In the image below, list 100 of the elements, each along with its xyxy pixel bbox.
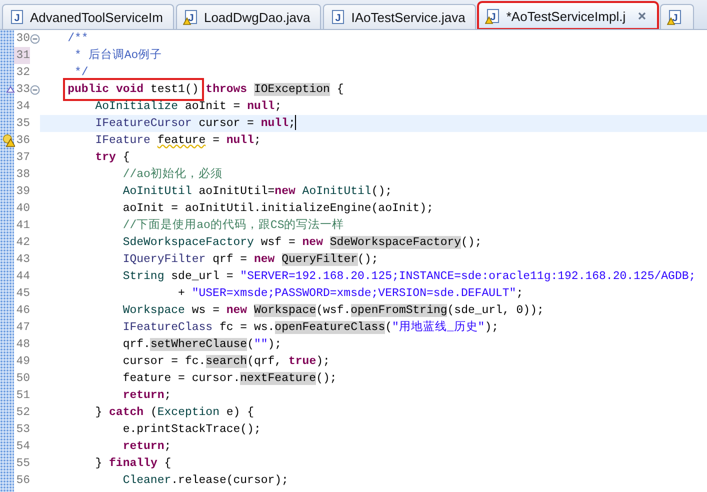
highlighted-occurrence: setWhereClause (150, 338, 248, 351)
line-number: 52 (15, 405, 30, 421)
code-text: ( (385, 321, 392, 334)
line-number: 44 (15, 269, 30, 285)
code-text: (wsf. (316, 304, 351, 317)
line-number: 37 (15, 150, 30, 166)
interface-name: IFeatureClass (122, 321, 213, 334)
code-comment: //ao初始化，必须 (122, 168, 222, 181)
code-text: } (95, 406, 104, 419)
code-text: ; (274, 100, 282, 113)
editor-tab[interactable]: J *AoTestServiceImpl.j (478, 2, 658, 29)
highlighted-occurrence: IOException (254, 83, 330, 96)
interface-name: IQueryFilter (122, 253, 206, 266)
editor-tab[interactable]: J (660, 4, 694, 29)
keyword: public (68, 83, 110, 96)
keyword: try (95, 151, 116, 164)
warning-bulb-icon[interactable] (2, 134, 15, 147)
code-text: ; (164, 389, 172, 402)
line-number: 38 (15, 167, 30, 183)
javadoc-comment: */ (74, 66, 88, 79)
code-text: (qrf, (247, 355, 283, 368)
code-text: e.printStackTrace(); (122, 423, 261, 436)
javadoc-comment: * 后台调Ao例子 (74, 49, 162, 62)
fold-collapse-icon[interactable] (30, 34, 40, 44)
class-name: AoInitUtil (302, 185, 372, 198)
keyword: void (116, 83, 144, 96)
code-text: aoInit = (184, 100, 242, 113)
code-text: feature = cursor. (122, 372, 240, 385)
line-number: 33 (15, 82, 30, 98)
code-text: (); (316, 372, 337, 385)
keyword: return (122, 389, 164, 402)
warning-underlined-identifier: feature (157, 134, 206, 147)
line-number: 47 (15, 320, 30, 336)
fold-collapse-icon[interactable] (30, 84, 40, 94)
code-text: ( (247, 338, 254, 351)
code-text: .release(cursor); (171, 474, 288, 487)
class-name: String (122, 270, 164, 283)
code-text: cursor = (198, 117, 255, 130)
code-text: fc = ws. (219, 321, 275, 334)
line-number: 53 (15, 422, 30, 438)
code-text: (); (371, 185, 392, 198)
highlighted-occurrence: nextFeature (240, 372, 316, 385)
highlighted-occurrence: SdeWorkspaceFactory (330, 236, 462, 249)
code-text: ; (254, 134, 261, 147)
editor-tab[interactable]: J LoadDwgDao.java (176, 4, 322, 29)
code-text: ; (516, 287, 524, 300)
code-text: cursor = fc. (122, 355, 206, 368)
string-literal: "USER=xmsde;PASSWORD=xmsde;VERSION=sde.DEFAULT" (192, 287, 516, 300)
string-literal: "" (254, 338, 268, 351)
string-literal: "SERVER=192.168.20.125;INSTANCE=sde:oracle11g:192.168.20.125/AGDB; (240, 270, 696, 283)
class-name: AoInitialize (95, 100, 178, 113)
java-file-warning-icon: J (666, 9, 683, 25)
line-number: 50 (15, 371, 30, 387)
java-file-warning-icon: J (182, 9, 199, 25)
line-number: 31 (14, 47, 30, 64)
line-number: 30 (15, 31, 30, 47)
class-name: Exception (157, 406, 220, 419)
code-text: qrf = (212, 253, 248, 266)
code-text: e) { (226, 406, 254, 419)
string-literal: "用地蓝线_历史" (392, 321, 485, 334)
class-name: SdeWorkspaceFactory (122, 236, 254, 249)
editor-tab[interactable]: J AdvanedToolServiceIm (2, 4, 174, 29)
interface-name: IFeature (95, 134, 150, 147)
line-number: 35 (15, 116, 30, 132)
keyword: finally (109, 457, 158, 470)
line-number: 43 (15, 252, 30, 268)
line-number: 49 (15, 354, 30, 370)
keyword: return (122, 440, 164, 453)
line-number: 56 (15, 473, 30, 489)
java-file-warning-icon: J (485, 8, 502, 24)
code-text: wsf = (260, 236, 296, 249)
code-text: ); (484, 321, 499, 334)
line-number: 45 (15, 286, 30, 302)
line-number: 54 (15, 439, 30, 455)
class-name: Cleaner (122, 474, 172, 487)
line-number: 39 (15, 184, 30, 200)
line-number: 41 (15, 218, 30, 234)
editor-tab[interactable]: J IAoTestService.java (323, 4, 476, 29)
code-text: (); (461, 236, 482, 249)
code-text: ( (150, 406, 158, 419)
code-text: } (95, 457, 104, 470)
code-text: (); (358, 253, 378, 266)
code-text: ; (288, 117, 296, 130)
highlighted-occurrence: openFromString (350, 304, 448, 317)
line-number: 32 (15, 65, 30, 81)
line-number: 40 (15, 201, 30, 217)
code-text: = (212, 134, 220, 147)
highlighted-occurrence: Workspace (254, 304, 316, 317)
code-text: { (164, 457, 172, 470)
line-number: 34 (15, 99, 30, 115)
code-text: qrf. (122, 338, 150, 351)
keyword: new (302, 236, 323, 249)
close-icon[interactable] (636, 11, 647, 21)
line-number: 46 (15, 303, 30, 319)
keyword: new (254, 253, 275, 266)
java-file-icon: J (330, 9, 346, 25)
keyword: null (260, 117, 288, 130)
line-number: 42 (15, 235, 30, 251)
keyword: null (226, 134, 254, 147)
code-text: sde_url = (171, 270, 234, 283)
